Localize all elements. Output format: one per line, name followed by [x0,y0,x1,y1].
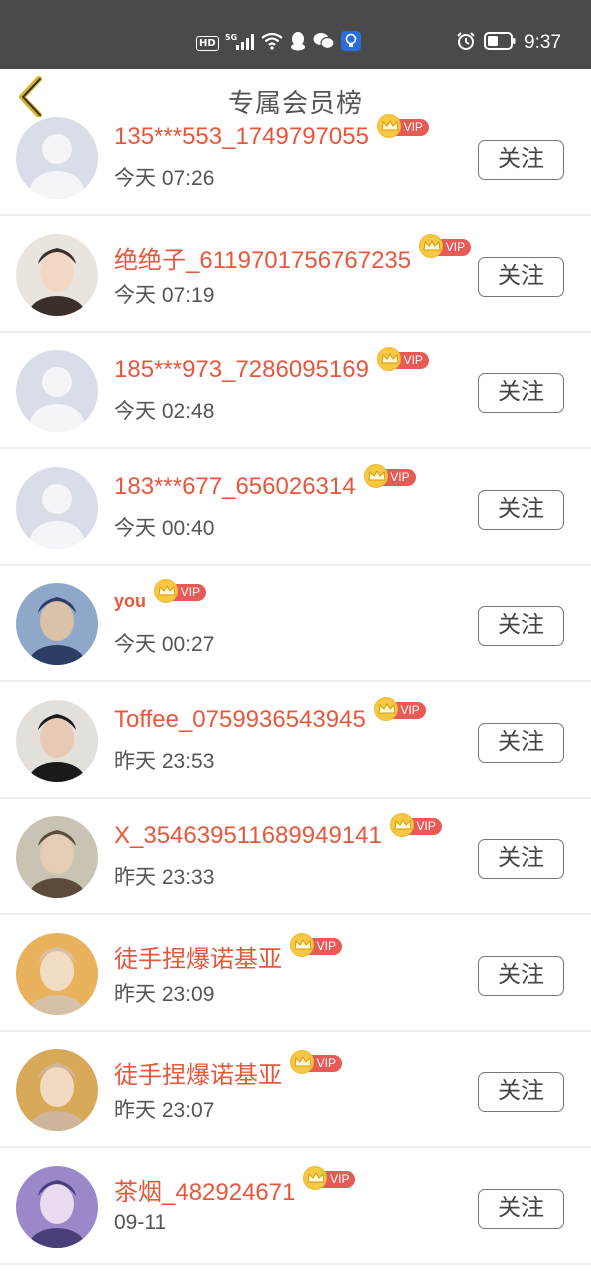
battery-icon [484,32,516,54]
svg-text:5G: 5G [225,33,237,42]
avatar[interactable] [16,583,98,665]
hd-badge: HD [196,35,219,51]
list-item[interactable]: 绝绝子_6119701756767235 VIP 今天 07:19 关注 [0,217,591,333]
list-item[interactable]: 徒手捏爆诺基亚 VIP 昨天 23:09 关注 [0,916,591,1032]
avatar[interactable] [16,699,98,782]
avatar[interactable] [16,932,98,1015]
avatar[interactable] [16,350,98,432]
avatar[interactable] [16,466,98,549]
member-name[interactable]: 茶烟_482924671 [114,1172,295,1207]
follow-button[interactable]: 关注 [478,955,564,996]
crown-icon [376,114,401,138]
follow-button[interactable]: 关注 [478,1072,564,1112]
crown-icon [154,578,179,603]
member-time: 09-11 [114,1210,167,1234]
member-name-line: 徒手捏爆诺基亚 VIP [114,933,344,974]
member-name[interactable]: 185***973_7286095169 [114,356,369,384]
wechat-icon [313,32,335,54]
vip-badge: VIP [373,696,428,723]
avatar[interactable] [16,816,98,898]
wifi-icon [260,32,283,54]
member-name[interactable]: 183***677_656026314 [114,473,356,501]
status-time: 9:37 [524,32,561,53]
alarm-icon [456,31,476,55]
crown-icon [419,234,444,258]
follow-button[interactable]: 关注 [478,256,564,297]
vip-badge: VIP [389,813,444,839]
member-time: 今天 02:48 [114,400,215,423]
status-indicators-left: HD 5G [196,30,361,56]
member-name[interactable]: 徒手捏爆诺基亚 [114,1055,282,1090]
member-name[interactable]: Toffee_0759936543945 [114,706,366,734]
vip-badge: VIP [376,114,431,140]
crown-icon [389,813,414,837]
avatar[interactable] [16,1165,98,1248]
member-time: 今天 00:27 [114,633,215,656]
list-item[interactable]: Toffee_0759936543945 VIP 昨天 23:53 关注 [0,683,591,799]
crown-icon [373,696,398,721]
vip-badge: VIP [363,463,418,490]
qq-icon [289,31,307,55]
list-item[interactable]: 135***553_1749797055 VIP 今天 07:26 关注 [0,100,591,216]
follow-button[interactable]: 关注 [478,1188,564,1229]
follow-button[interactable]: 关注 [478,140,564,180]
member-time: 今天 07:19 [114,283,215,307]
member-name-line: 135***553_1749797055 VIP [114,114,431,151]
avatar[interactable] [16,1049,98,1131]
crown-icon [290,1049,314,1074]
member-time: 昨天 23:53 [114,749,215,773]
member-name-line: 徒手捏爆诺基亚 VIP [114,1049,344,1090]
list-item[interactable]: X_354639511689949141 VIP 昨天 23:33 关注 [0,799,591,915]
row-divider [0,1262,591,1265]
crown-icon [290,933,314,957]
crown-icon [363,463,388,488]
vip-badge: VIP [419,234,473,260]
member-name-line: 绝绝子_6119701756767235 VIP [114,234,473,275]
follow-button[interactable]: 关注 [478,373,564,413]
member-time: 今天 07:26 [114,167,215,190]
member-name[interactable]: 绝绝子_6119701756767235 [114,240,411,275]
follow-button[interactable]: 关注 [478,839,564,879]
vip-badge: VIP [376,347,431,373]
bulb-icon [340,31,361,55]
member-name-line: 185***973_7286095169 VIP [114,347,431,384]
member-name-line: 183***677_656026314 VIP [114,463,418,501]
follow-button[interactable]: 关注 [478,489,564,530]
list-item[interactable]: 徒手捏爆诺基亚 VIP 昨天 23:07 关注 [0,1032,591,1148]
vip-badge: VIP [154,578,208,605]
member-name-line: Toffee_0759936543945 VIP [114,696,428,734]
follow-button[interactable]: 关注 [478,606,564,646]
follow-button[interactable]: 关注 [478,722,564,763]
member-name[interactable]: you [114,591,146,612]
vip-badge: VIP [290,1049,344,1076]
list-item[interactable]: 185***973_7286095169 VIP 今天 02:48 关注 [0,333,591,449]
member-name[interactable]: 徒手捏爆诺基亚 [114,939,282,974]
member-name[interactable]: X_354639511689949141 [114,822,382,850]
list-item[interactable]: you VIP 今天 00:27 关注 [0,566,591,682]
avatar[interactable] [16,233,98,316]
list-item[interactable]: 183***677_656026314 VIP 今天 00:40 关注 [0,450,591,566]
member-name-line: 茶烟_482924671 VIP [114,1166,357,1207]
avatar[interactable] [16,117,98,199]
member-name-line: you VIP [114,578,208,612]
status-bar: HD 5G 9:37 [0,0,591,69]
member-time: 昨天 23:07 [114,1099,215,1122]
vip-badge: VIP [290,933,344,959]
member-name[interactable]: 135***553_1749797055 [114,123,369,151]
member-time: 昨天 23:09 [114,982,215,1006]
member-time: 昨天 23:33 [114,866,215,889]
member-time: 今天 00:40 [114,516,215,540]
vip-badge: VIP [303,1166,357,1192]
member-name-line: X_354639511689949141 VIP [114,813,444,850]
signal-icon: 5G [225,31,255,55]
list-item[interactable]: 茶烟_482924671 VIP 09-11 关注 [0,1149,591,1265]
crown-icon [376,347,401,371]
status-indicators-right: 9:37 [456,30,561,56]
